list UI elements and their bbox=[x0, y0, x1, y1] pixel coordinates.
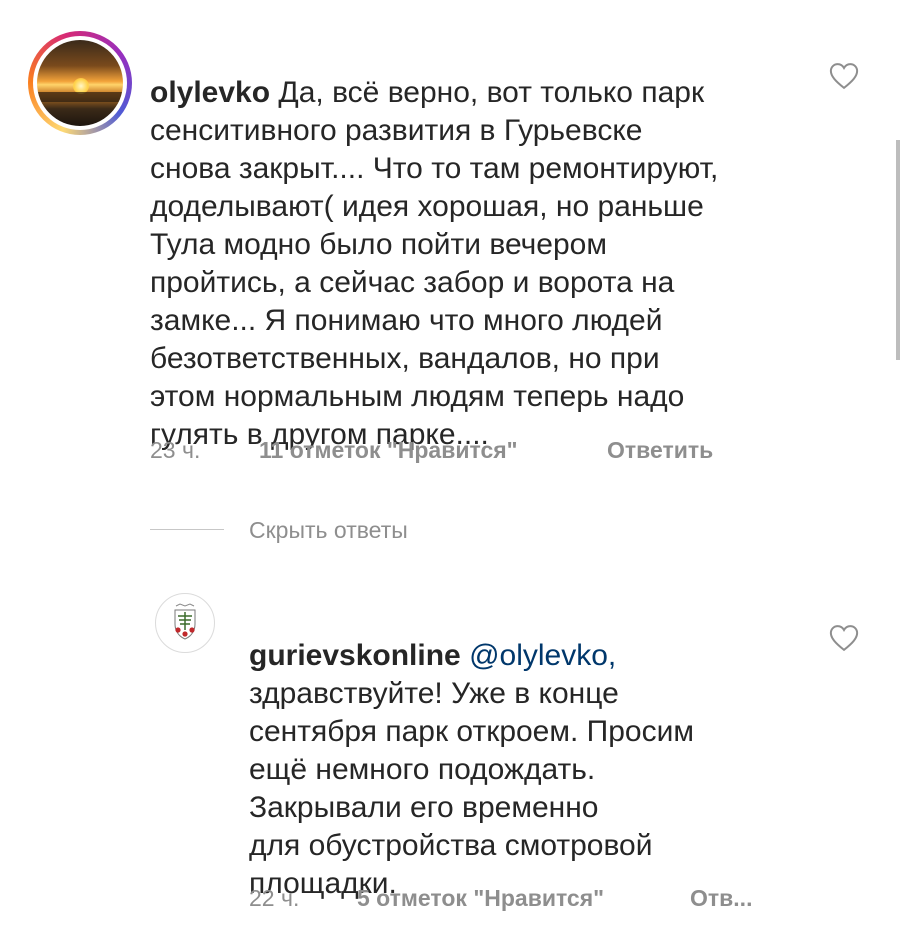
city-emblem-icon bbox=[174, 603, 196, 640]
comment-text: Да, всё верно, вот только парк сенситивн… bbox=[150, 76, 719, 451]
reply-like-heart-icon[interactable] bbox=[829, 624, 859, 652]
comment-time: 23 ч. bbox=[150, 437, 201, 463]
scrollbar[interactable] bbox=[896, 140, 900, 360]
reply-username[interactable]: gurievskonline bbox=[249, 639, 461, 672]
reply-avatar[interactable] bbox=[155, 593, 215, 653]
comment-avatar[interactable] bbox=[28, 31, 132, 135]
reply-time: 22 ч. bbox=[249, 885, 300, 911]
reply-likes-count[interactable]: 5 отметок "Нравится" bbox=[357, 885, 604, 912]
like-heart-icon[interactable] bbox=[829, 62, 859, 90]
reply-text: здравствуйте! Уже в конце сентября парк … bbox=[249, 677, 694, 900]
reply-mention[interactable]: @olylevko, bbox=[469, 639, 616, 672]
reply-body: gurievskonline @olylevko, здравствуйте! … bbox=[249, 599, 809, 903]
replies-divider bbox=[150, 529, 224, 530]
comment-username[interactable]: olylevko bbox=[150, 76, 270, 109]
reply-reply-button[interactable]: Отв... bbox=[690, 885, 752, 912]
comment-body: olylevko Да, всё верно, вот только парк … bbox=[150, 36, 840, 454]
hide-replies-button[interactable]: Скрыть ответы bbox=[249, 517, 408, 544]
reply-button[interactable]: Ответить bbox=[607, 437, 713, 464]
comment-likes-count[interactable]: 11 отметок "Нравится" bbox=[259, 437, 518, 464]
sunset-avatar-image bbox=[37, 40, 123, 126]
